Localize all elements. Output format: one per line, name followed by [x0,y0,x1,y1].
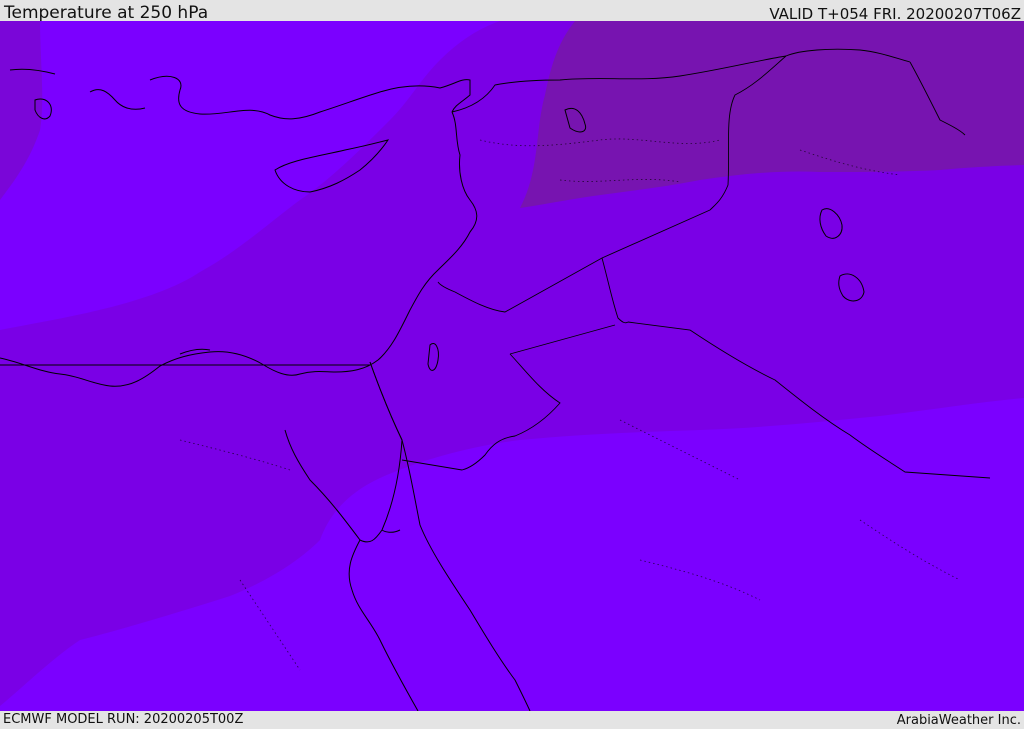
map-title: Temperature at 250 hPa [4,3,209,23]
model-run-label: ECMWF MODEL RUN: 20200205T00Z [3,712,244,727]
credit-label: ArabiaWeather Inc. [896,713,1021,728]
footer-bar: ECMWF MODEL RUN: 20200205T00Z ArabiaWeat… [0,711,1024,729]
weather-map[interactable] [0,21,1024,711]
map-canvas [0,21,1024,711]
header-bar: Temperature at 250 hPa VALID T+054 FRI. … [0,0,1024,23]
